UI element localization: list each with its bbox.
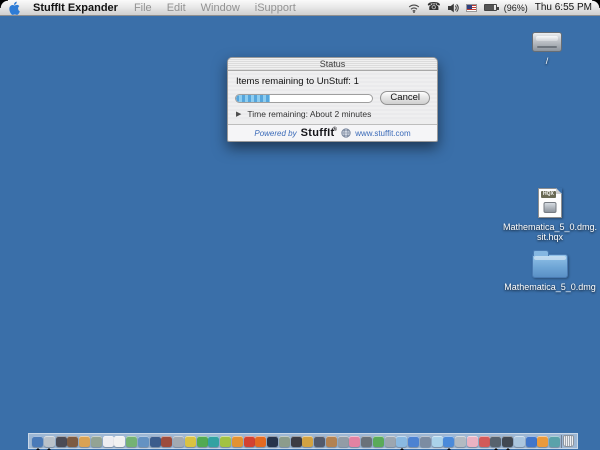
dock-icon[interactable]: [126, 436, 137, 447]
folder-icon: [532, 254, 568, 278]
battery-icon[interactable]: [484, 4, 497, 11]
apple-menu[interactable]: [8, 1, 21, 15]
dock-icon[interactable]: [432, 436, 443, 447]
dock-icon[interactable]: [455, 436, 466, 447]
dock-icon[interactable]: [185, 436, 196, 447]
dock-icon[interactable]: [467, 436, 478, 447]
dock-icon[interactable]: [420, 436, 431, 447]
globe-icon: [341, 128, 351, 138]
time-remaining-text: Time remaining: About 2 minutes: [247, 109, 371, 119]
dialog-body: Items remaining to UnStuff: 1 Cancel ▶ T…: [228, 71, 437, 119]
hard-disk-icon: [532, 32, 562, 52]
volume-icon[interactable]: [448, 3, 459, 13]
progress-bar: [235, 94, 373, 103]
dialog-titlebar[interactable]: Status: [228, 58, 437, 71]
menu-file[interactable]: File: [134, 2, 152, 14]
menu-bar: StuffIt Expander File Edit Window iSuppo…: [0, 0, 600, 16]
desktop-icon-hqx-file[interactable]: HQX Mathematica_5_0.dmg. sit.hqx: [503, 188, 597, 243]
desktop: StuffIt Expander File Edit Window iSuppo…: [0, 0, 600, 450]
dock-icon[interactable]: [537, 436, 548, 447]
trash-icon[interactable]: [563, 435, 574, 447]
dock-icon[interactable]: [385, 436, 396, 447]
apple-icon: [8, 1, 21, 15]
folder-label: Mathematica_5_0.dmg: [504, 282, 596, 292]
dock-icon[interactable]: [150, 436, 161, 447]
desktop-icon-hard-disk[interactable]: /: [513, 32, 581, 66]
dock-icon[interactable]: [244, 436, 255, 447]
dialog-title: Status: [320, 59, 346, 69]
dock-icon[interactable]: [232, 436, 243, 447]
dock-icon[interactable]: [79, 436, 90, 447]
dock-icon[interactable]: [161, 436, 172, 447]
dock-icon[interactable]: [56, 436, 67, 447]
stuffit-url-link[interactable]: www.stuffit.com: [355, 129, 410, 138]
dock-icon[interactable]: [220, 436, 231, 447]
disclosure-triangle-icon[interactable]: ▶: [236, 110, 241, 118]
hqx-file-label: Mathematica_5_0.dmg. sit.hqx: [503, 222, 597, 243]
status-dialog: Status Items remaining to UnStuff: 1 Can…: [227, 57, 438, 142]
dock-icon[interactable]: [208, 436, 219, 447]
battery-percent: (96%): [504, 3, 528, 13]
dock-icon[interactable]: [91, 436, 102, 447]
dock-icon[interactable]: [314, 436, 325, 447]
dock-icon[interactable]: [443, 436, 454, 447]
menu-isupport[interactable]: iSupport: [255, 2, 296, 14]
dock-icon[interactable]: [338, 436, 349, 447]
dialog-footer: Powered by StuffIt® www.stuffit.com: [228, 124, 437, 141]
dock-icon[interactable]: [197, 436, 208, 447]
cancel-button[interactable]: Cancel: [380, 91, 430, 105]
dock-icon[interactable]: [349, 436, 360, 447]
hard-disk-label: /: [546, 56, 549, 66]
menu-bar-status-area: ☎ (96%) Thu 6:55 PM: [408, 2, 592, 13]
screen-corner-left: [0, 0, 8, 8]
dock-icon[interactable]: [279, 436, 290, 447]
dock-icon[interactable]: [408, 436, 419, 447]
keyboard-layout-flag-icon[interactable]: [466, 4, 477, 12]
desktop-icon-folder[interactable]: Mathematica_5_0.dmg: [503, 250, 597, 292]
dock-icon[interactable]: [173, 436, 184, 447]
menu-bar-clock[interactable]: Thu 6:55 PM: [535, 2, 592, 13]
dock-icon[interactable]: [361, 436, 372, 447]
dock-icon[interactable]: [44, 436, 55, 447]
registered-mark: ®: [332, 127, 337, 133]
dock-icon[interactable]: [326, 436, 337, 447]
stuffit-mini-app-icon: [544, 202, 557, 213]
hqx-file-icon: HQX: [538, 188, 562, 218]
dock-icon[interactable]: [490, 436, 501, 447]
menu-edit[interactable]: Edit: [167, 2, 186, 14]
dock-icon[interactable]: [302, 436, 313, 447]
dock: [28, 433, 578, 449]
progress-fill: [236, 95, 270, 102]
dock-icon[interactable]: [267, 436, 278, 447]
dock-icon[interactable]: [479, 436, 490, 447]
dock-icon[interactable]: [114, 436, 125, 447]
dock-icon[interactable]: [526, 436, 537, 447]
airport-icon[interactable]: [408, 3, 420, 13]
dock-icon[interactable]: [549, 436, 560, 447]
dock-icon[interactable]: [373, 436, 384, 447]
hqx-badge: HQX: [541, 191, 556, 198]
dock-icon[interactable]: [32, 436, 43, 447]
dock-icon[interactable]: [67, 436, 78, 447]
dock-icon[interactable]: [514, 436, 525, 447]
stuffit-brand-text: StuffIt®: [301, 127, 338, 139]
active-app-menu[interactable]: StuffIt Expander: [33, 2, 118, 14]
dock-icon[interactable]: [255, 436, 266, 447]
dock-icon[interactable]: [502, 436, 513, 447]
dock-icon[interactable]: [138, 436, 149, 447]
screen-corner-right: [592, 0, 600, 8]
dock-separator: [561, 435, 562, 448]
dock-icon[interactable]: [396, 436, 407, 447]
dock-icon[interactable]: [103, 436, 114, 447]
items-remaining-text: Items remaining to UnStuff: 1: [236, 76, 430, 87]
menu-window[interactable]: Window: [201, 2, 240, 14]
powered-by-text: Powered by: [254, 129, 296, 138]
modem-phone-icon[interactable]: ☎: [427, 2, 441, 13]
dock-icon[interactable]: [291, 436, 302, 447]
